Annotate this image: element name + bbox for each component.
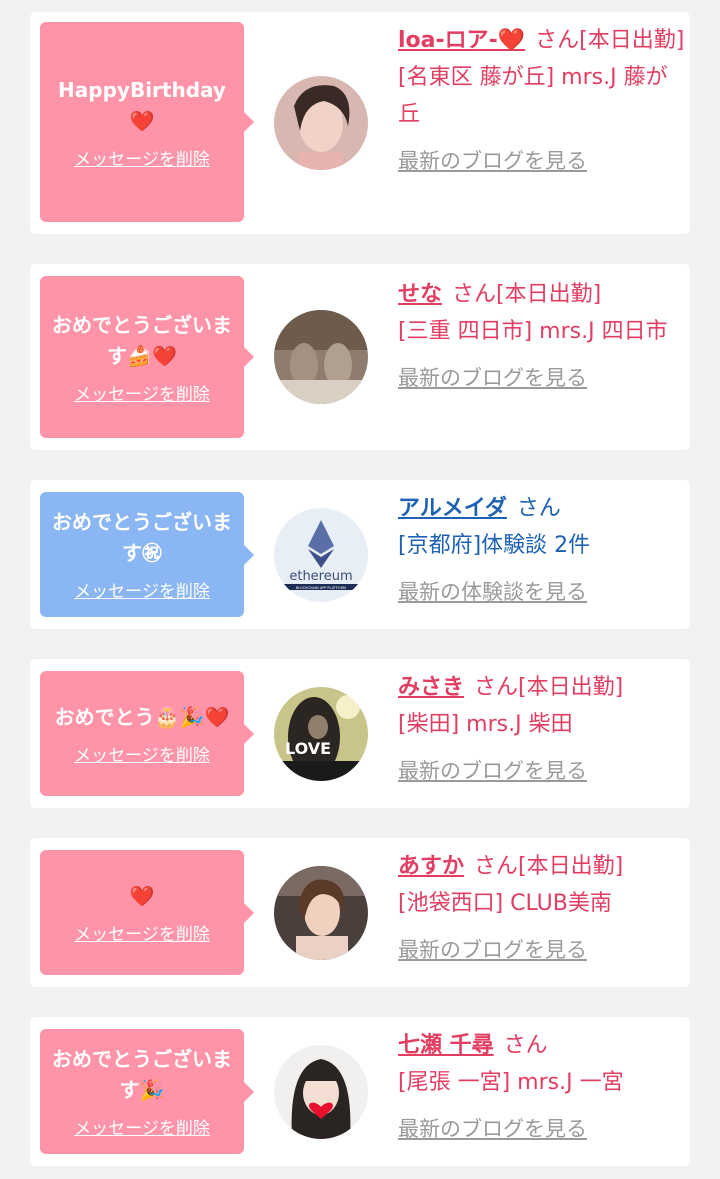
avatar[interactable]: ethereum BLOCKCHAIN APP PLATFORM (274, 508, 368, 602)
avatar-love-text: LOVE (285, 739, 331, 758)
user-info: みさき さん[本日出勤] [柴田] mrs.J 柴田 最新のブログを見る (398, 669, 688, 790)
message-bubble: おめでとう🎂🎉❤️ メッセージを削除 (40, 671, 254, 796)
message-card: ❤️ メッセージを削除 あすか さん[本日出勤] [池袋西口] CLUB美南 最新… (30, 838, 690, 987)
message-text: ❤️ (129, 883, 155, 908)
user-info: あすか さん[本日出勤] [池袋西口] CLUB美南 最新のブログを見る (398, 848, 688, 969)
message-text: おめでとうございます㊗ (52, 510, 232, 565)
user-name-link[interactable]: せな (398, 282, 442, 307)
message-text: おめでとうございます🍰❤️ (52, 312, 232, 368)
message-card: おめでとうございます🍰❤️ メッセージを削除 せな さん[本日出勤] [三重 四日… (30, 264, 690, 450)
delete-message-link[interactable]: メッセージを削除 (74, 577, 210, 602)
latest-blog-link[interactable]: 最新のブログを見る (398, 143, 587, 180)
latest-blog-link[interactable]: 最新のブログを見る (398, 753, 587, 790)
delete-message-link[interactable]: メッセージを削除 (74, 380, 210, 405)
shop-name: [三重 四日市] mrs.J 四日市 (398, 319, 668, 344)
latest-blog-link[interactable]: 最新のブログを見る (398, 1111, 587, 1148)
user-name-link[interactable]: loa-ロア-❤️ (398, 28, 525, 53)
message-text: おめでとうございます🎉 (52, 1047, 232, 1102)
shop-name: [名東区 藤が丘] mrs.J 藤が丘 (398, 65, 668, 127)
user-info: アルメイダ さん [京都府]体験談 2件 最新の体験談を見る (398, 490, 688, 611)
delete-message-link[interactable]: メッセージを削除 (74, 1114, 210, 1139)
user-status: さん (503, 1033, 548, 1058)
delete-message-link[interactable]: メッセージを削除 (74, 741, 210, 766)
user-name-link[interactable]: 七瀬 千尋 (398, 1033, 494, 1058)
review-count: [京都府]体験談 2件 (398, 533, 591, 558)
message-text: HappyBirthday❤️ (58, 77, 226, 133)
delete-message-link[interactable]: メッセージを削除 (74, 145, 210, 170)
avatar[interactable] (274, 76, 368, 170)
message-bubble: おめでとうございます㊗ メッセージを削除 (40, 492, 254, 617)
shop-name: [柴田] mrs.J 柴田 (398, 712, 573, 737)
message-card: HappyBirthday❤️ メッセージを削除 loa-ロア-❤️ さん[本日出… (30, 12, 690, 234)
message-card: おめでとうございます㊗ メッセージを削除 ethereum BLOCKCHAIN… (30, 480, 690, 629)
user-status: さん[本日出勤] (452, 282, 602, 307)
latest-blog-link[interactable]: 最新のブログを見る (398, 932, 587, 969)
user-name-link[interactable]: みさき (398, 675, 464, 700)
message-bubble: おめでとうございます🍰❤️ メッセージを削除 (40, 276, 254, 438)
shop-name: [池袋西口] CLUB美南 (398, 891, 612, 916)
user-name-link[interactable]: あすか (398, 854, 464, 879)
user-status: さん[本日出勤] (535, 28, 685, 53)
message-card: おめでとう🎂🎉❤️ メッセージを削除 LOVE みさき さん[本日出勤] [柴田]… (30, 659, 690, 808)
avatar[interactable] (274, 1045, 368, 1139)
message-bubble: おめでとうございます🎉 メッセージを削除 (40, 1029, 254, 1154)
message-bubble: HappyBirthday❤️ メッセージを削除 (40, 22, 254, 222)
message-bubble: ❤️ メッセージを削除 (40, 850, 254, 975)
user-info: 七瀬 千尋 さん [尾張 一宮] mrs.J 一宮 最新のブログを見る (398, 1027, 688, 1148)
message-text: おめでとう🎂🎉❤️ (54, 704, 230, 729)
latest-review-link[interactable]: 最新の体験談を見る (398, 574, 587, 611)
delete-message-link[interactable]: メッセージを削除 (74, 920, 210, 945)
avatar[interactable]: LOVE (274, 687, 368, 781)
user-info: loa-ロア-❤️ さん[本日出勤] [名東区 藤が丘] mrs.J 藤が丘 最新… (398, 22, 688, 180)
ethereum-logo-text: ethereum (289, 569, 352, 584)
avatar[interactable] (274, 866, 368, 960)
user-info: せな さん[本日出勤] [三重 四日市] mrs.J 四日市 最新のブログを見る (398, 276, 688, 397)
shop-name: [尾張 一宮] mrs.J 一宮 (398, 1070, 624, 1095)
avatar[interactable] (274, 310, 368, 404)
user-status: さん[本日出勤] (474, 854, 624, 879)
user-status: さん[本日出勤] (474, 675, 624, 700)
user-status: さん (516, 496, 561, 521)
latest-blog-link[interactable]: 最新のブログを見る (398, 360, 587, 397)
message-card: おめでとうございます🎉 メッセージを削除 七瀬 千尋 さん [尾張 一宮] mrs… (30, 1017, 690, 1166)
ethereum-logo-subtext: BLOCKCHAIN APP PLATFORM (296, 586, 346, 590)
user-name-link[interactable]: アルメイダ (398, 496, 507, 521)
